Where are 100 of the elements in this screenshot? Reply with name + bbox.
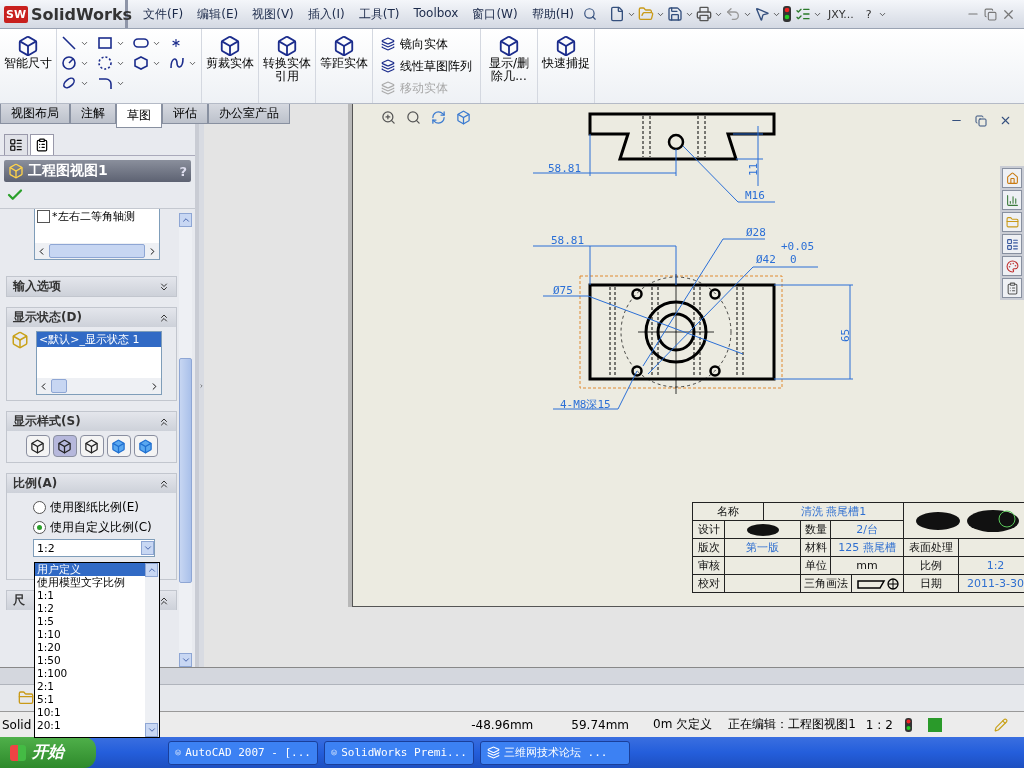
ribbon-button[interactable]: 等距实体 — [320, 33, 368, 101]
scale-dropdown-menu[interactable]: 用户定义 使用模型文字比例 1:1 1:2 1:5 1:10 1:20 1:50 1:100 2:1 5:1 10:1 20:1 — [34, 562, 160, 738]
scale-option[interactable]: 10:1 — [35, 706, 145, 719]
ribbon-button[interactable]: 镜向实体 — [377, 33, 452, 55]
taskbar-item[interactable]: 三维网技术论坛 ... — [480, 740, 630, 765]
fillet-tool-icon[interactable] — [97, 75, 113, 91]
circle-tool-icon[interactable] — [61, 55, 77, 71]
menu-item[interactable]: 视图(V) — [245, 5, 301, 23]
scale-option[interactable]: 1:50 — [35, 654, 145, 667]
line-tool-icon[interactable] — [61, 35, 77, 51]
help-icon[interactable] — [927, 717, 942, 732]
tool-icon — [381, 59, 395, 73]
chart-icon[interactable] — [1002, 190, 1022, 210]
scrollbar-thumb[interactable] — [179, 358, 192, 583]
scale-radio[interactable]: 使用图纸比例(E) — [33, 499, 172, 516]
tool-icon — [17, 35, 39, 57]
display-style-button[interactable] — [25, 435, 50, 457]
menu-item[interactable]: 插入(I) — [300, 5, 352, 23]
polygon-tool-icon[interactable] — [133, 55, 149, 71]
ribbon-button[interactable]: 转换实体引用 — [263, 33, 311, 101]
orientation-option[interactable]: *左右二等角轴测 — [35, 209, 159, 224]
projection-symbol-icon — [855, 577, 900, 590]
radio-button[interactable] — [33, 521, 46, 534]
zoom-icon[interactable] — [379, 110, 398, 125]
scale-option[interactable]: 1:20 — [35, 641, 145, 654]
menu-item[interactable]: 编辑(E) — [190, 5, 246, 23]
feature-tree-tab[interactable] — [4, 134, 28, 155]
help-button[interactable]: ? — [859, 7, 878, 21]
ribbon-button[interactable]: 显示/删除几... — [485, 33, 533, 101]
collapse-handle-icon[interactable] — [199, 382, 204, 389]
scroll-up-button[interactable] — [145, 563, 158, 577]
scale-option[interactable]: 20:1 — [35, 719, 145, 732]
command-tab[interactable]: 办公室产品 — [208, 104, 290, 124]
spline-tool-icon[interactable] — [169, 55, 185, 71]
command-tab[interactable]: 注解 — [70, 104, 116, 124]
ribbon-button[interactable]: 快速捕捉 — [542, 33, 590, 101]
ellipse-tool-icon[interactable] — [61, 75, 77, 91]
ribbon-button[interactable]: 智能尺寸 — [4, 33, 52, 101]
user-label[interactable]: JXY... — [822, 7, 860, 21]
zoom-area-icon[interactable] — [404, 110, 423, 125]
rotate-icon[interactable] — [429, 110, 448, 125]
ribbon-button[interactable]: 线性草图阵列 — [377, 55, 476, 77]
logo-mark: SW — [4, 5, 29, 23]
scale-option[interactable]: 使用模型文字比例 — [35, 576, 145, 589]
horizontal-scrollbar[interactable] — [35, 243, 159, 259]
title-block-label: 日期 — [904, 575, 959, 593]
scale-radio[interactable]: 使用自定义比例(C) — [33, 519, 172, 536]
scrollbar-thumb[interactable] — [49, 244, 145, 258]
scale-dropdown[interactable]: 1:2 — [33, 539, 155, 557]
menu-item[interactable]: Toolbox — [406, 5, 466, 23]
display-style-button[interactable] — [52, 435, 77, 457]
section-header[interactable]: 比例(A) — [7, 474, 176, 493]
section-header[interactable]: 显示状态(D) — [7, 308, 176, 327]
scale-option[interactable]: 用户定义 — [35, 563, 145, 576]
radio-button[interactable] — [33, 501, 46, 514]
scale-option[interactable]: 2:1 — [35, 680, 145, 693]
status-text: Solid — [2, 717, 32, 732]
dimension-text: 11 — [747, 162, 760, 176]
display-style-button[interactable] — [79, 435, 104, 457]
rectangle-tool-icon[interactable] — [97, 35, 113, 51]
scale-option[interactable]: 1:100 — [35, 667, 145, 680]
list-icon[interactable] — [1002, 234, 1022, 254]
menu-item[interactable]: 文件(F) — [136, 5, 191, 23]
ribbon-button[interactable]: 剪裁实体 — [206, 33, 254, 101]
scale-option[interactable]: 5:1 — [35, 693, 145, 706]
taskbar-item[interactable]: AutoCAD 2007 - [... — [168, 740, 318, 765]
section-header[interactable]: 输入选项 — [7, 277, 176, 296]
slot-tool-icon[interactable] — [133, 35, 149, 51]
scale-option[interactable]: 1:10 — [35, 628, 145, 641]
checkbox[interactable] — [37, 210, 50, 223]
scale-option[interactable]: 1:5 — [35, 615, 145, 628]
scroll-up-button[interactable] — [179, 213, 192, 227]
view-cube-icon[interactable] — [454, 110, 473, 125]
command-tab[interactable]: 草图 — [116, 104, 162, 128]
property-manager-tab[interactable] — [30, 134, 54, 155]
menu-item[interactable]: 帮助(H) — [524, 5, 582, 23]
traffic-light-icon[interactable] — [781, 6, 794, 22]
arc-tool-icon[interactable] — [97, 55, 113, 71]
folder-icon[interactable] — [1002, 212, 1022, 232]
vertical-scrollbar[interactable] — [179, 213, 192, 667]
taskbar-item[interactable]: SolidWorks Premi... — [324, 740, 474, 765]
title-block-value: 第一版 — [725, 539, 801, 557]
menu-item[interactable]: 窗口(W) — [465, 5, 525, 23]
horizontal-scrollbar[interactable] — [37, 378, 161, 394]
restore-icon[interactable] — [973, 114, 989, 127]
display-state-item[interactable]: <默认>_显示状态 1 — [37, 332, 161, 347]
menu-item[interactable]: 工具(T) — [351, 5, 407, 23]
scale-option[interactable]: 1:2 — [35, 602, 145, 615]
section-header[interactable]: 显示样式(S) — [7, 412, 176, 431]
scrollbar-thumb[interactable] — [51, 379, 67, 393]
status-text: 0m 欠定义 — [653, 716, 713, 733]
palette-icon[interactable] — [1002, 256, 1022, 276]
home-icon[interactable] — [1002, 168, 1022, 188]
dimension-text: 58.81 — [551, 234, 585, 247]
clipboard-icon[interactable] — [1002, 278, 1022, 298]
command-tab[interactable]: 评估 — [162, 104, 208, 124]
scale-option[interactable]: 1:1 — [35, 589, 145, 602]
vertical-scrollbar[interactable] — [145, 563, 159, 737]
restore-icon[interactable] — [982, 7, 999, 21]
command-tab[interactable]: 视图布局 — [0, 104, 70, 124]
